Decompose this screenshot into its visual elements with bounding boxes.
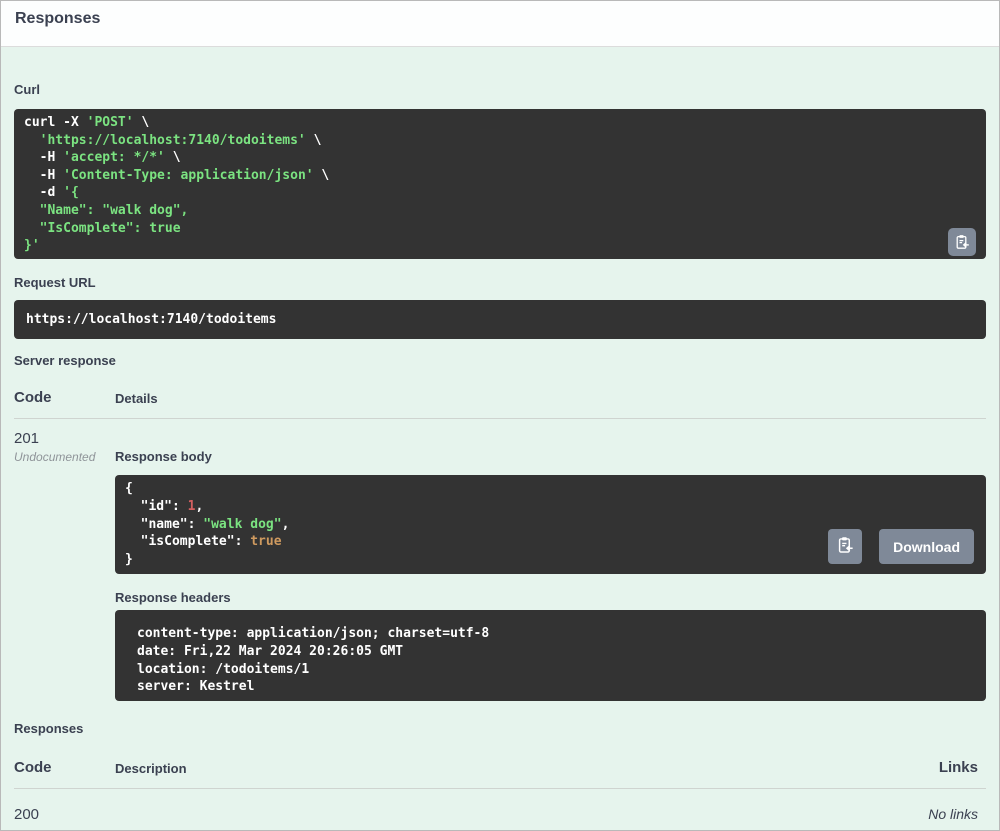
server-response-row: 201 Undocumented Response body { "id": 1…: [14, 419, 986, 701]
request-url-label: Request URL: [14, 274, 96, 290]
download-button[interactable]: Download: [879, 529, 974, 565]
response-details-cell: Response body { "id": 1, "name": "walk d…: [115, 430, 986, 701]
response-headers-label: Response headers: [115, 590, 231, 606]
request-url-text: https://localhost:7140/todoitems: [26, 311, 277, 327]
curl-code-block: curl -X 'POST' \ 'https://localhost:7140…: [14, 109, 986, 259]
server-response-label: Server response: [14, 353, 116, 369]
response-headers-text: content-type: application/json; charset=…: [137, 626, 490, 695]
response-body-label: Response body: [115, 449, 212, 465]
links-column-header: Links: [938, 758, 978, 776]
copy-to-clipboard-icon: [836, 536, 854, 557]
response-headers-block: content-type: application/json; charset=…: [115, 610, 986, 701]
response-body-actions: Download: [828, 529, 974, 565]
responses-panel: Responses Curl curl -X 'POST' \ 'https:/…: [0, 0, 1000, 831]
table-row: 200 No links: [14, 789, 986, 823]
responses-table-header: Code Description Links: [14, 759, 986, 776]
panel-header: Responses: [1, 1, 999, 47]
curl-command-text: curl -X 'POST' \ 'https://localhost:7140…: [24, 115, 330, 254]
request-url-block: https://localhost:7140/todoitems: [14, 299, 986, 340]
status-code: 200: [14, 805, 40, 823]
status-code-cell: 201 Undocumented: [14, 430, 115, 700]
curl-label: Curl: [14, 82, 40, 97]
server-response-table-header: Code Details: [14, 389, 986, 406]
response-body-block: { "id": 1, "name": "walk dog", "isComple…: [115, 475, 986, 575]
copy-response-button[interactable]: [828, 529, 863, 565]
copy-to-clipboard-icon: [954, 234, 970, 250]
links-cell: No links: [928, 805, 978, 822]
code-column-header: Code: [14, 758, 52, 776]
responses-section-label: Responses: [14, 720, 84, 736]
status-code: 201: [14, 430, 40, 448]
page-title: Responses: [15, 10, 101, 27]
panel-body: Curl curl -X 'POST' \ 'https://localhost…: [1, 47, 999, 830]
code-column-header: Code: [14, 389, 52, 407]
undocumented-badge: Undocumented: [14, 450, 96, 465]
details-column-header: Details: [115, 391, 158, 407]
copy-curl-button[interactable]: [948, 227, 976, 256]
description-column-header: Description: [115, 760, 187, 776]
description-cell: [115, 806, 866, 823]
